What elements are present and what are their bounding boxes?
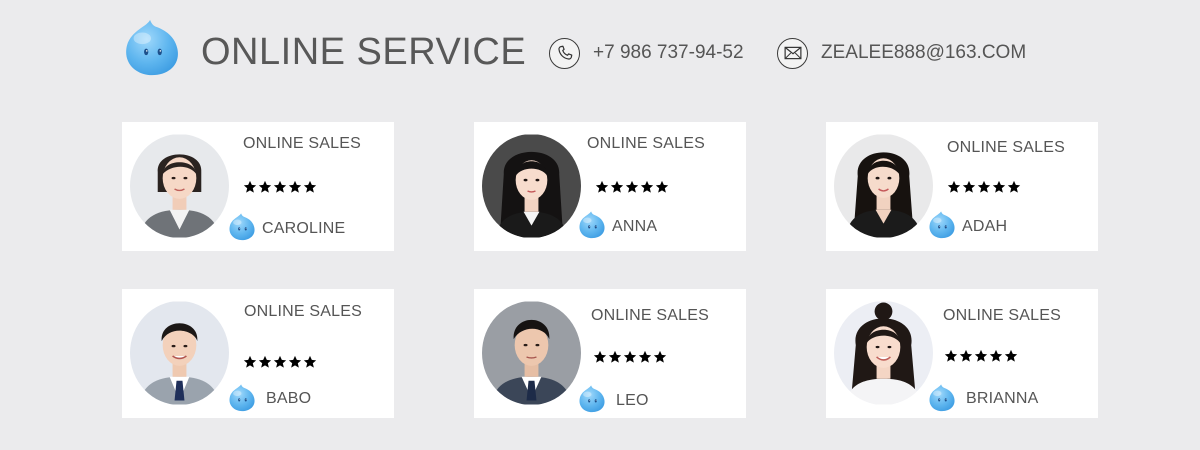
star-icon [288, 355, 302, 369]
star-icon [258, 180, 272, 194]
star-icon [288, 180, 302, 194]
header: ONLINE SERVICE +7 986 737-94-52 ZEALEE88… [0, 0, 1200, 110]
qq-chat-icon[interactable] [227, 212, 257, 242]
star-icon [608, 350, 622, 364]
star-icon [974, 349, 988, 363]
star-icon [625, 180, 639, 194]
phone-icon [549, 37, 580, 69]
agent-card[interactable]: ONLINE SALES ADAH [826, 122, 1098, 251]
star-rating [944, 349, 1018, 363]
qq-chat-icon[interactable] [927, 383, 957, 413]
star-icon [303, 180, 317, 194]
agent-role: ONLINE SALES [244, 303, 363, 320]
qq-penguin-icon[interactable] [121, 17, 183, 79]
star-rating [593, 350, 667, 364]
star-icon [273, 180, 287, 194]
star-icon [653, 350, 667, 364]
agent-card[interactable]: ONLINE SALES BABO [122, 289, 394, 418]
star-icon [243, 180, 257, 194]
agent-card[interactable]: ONLINE SALES ANNA [474, 122, 746, 251]
agent-avatar [130, 134, 229, 238]
page-title: ONLINE SERVICE [201, 31, 527, 73]
envelope-icon [777, 37, 808, 69]
star-icon [258, 355, 272, 369]
star-icon [638, 350, 652, 364]
agent-avatar [834, 301, 933, 405]
star-icon [944, 349, 958, 363]
agent-name[interactable]: BABO [266, 390, 311, 408]
star-rating [595, 180, 669, 194]
star-icon [595, 180, 609, 194]
agent-avatar [482, 134, 581, 238]
qq-chat-icon[interactable] [227, 383, 257, 413]
star-icon [640, 180, 654, 194]
qq-chat-icon[interactable] [577, 384, 607, 414]
agent-name[interactable]: ANNA [612, 218, 657, 236]
agent-avatar [834, 134, 933, 238]
agent-card[interactable]: ONLINE SALES BRIANNA [826, 289, 1098, 418]
star-icon [977, 180, 991, 194]
star-icon [243, 355, 257, 369]
star-icon [593, 350, 607, 364]
agent-card[interactable]: ONLINE SALES CAROLINE [122, 122, 394, 251]
agent-card[interactable]: ONLINE SALES LEO [474, 289, 746, 418]
agent-role: ONLINE SALES [943, 307, 1062, 324]
star-icon [989, 349, 1003, 363]
star-icon [610, 180, 624, 194]
star-icon [962, 180, 976, 194]
star-icon [992, 180, 1006, 194]
phone-number: +7 986 737-94-52 [593, 42, 744, 63]
agent-name[interactable]: ADAH [962, 218, 1007, 236]
qq-chat-icon[interactable] [577, 210, 607, 240]
email-address: ZEALEE888@163.COM [821, 42, 1027, 63]
star-icon [273, 355, 287, 369]
agent-role: ONLINE SALES [591, 307, 710, 324]
phone-contact[interactable]: +7 986 737-94-52 [549, 36, 744, 70]
agent-avatar [130, 301, 229, 405]
star-icon [655, 180, 669, 194]
star-rating [243, 180, 317, 194]
agent-role: ONLINE SALES [243, 135, 362, 152]
qq-chat-icon[interactable] [927, 210, 957, 240]
agent-avatar [482, 301, 581, 405]
agent-name[interactable]: LEO [616, 392, 649, 410]
agent-role: ONLINE SALES [947, 139, 1066, 156]
star-icon [303, 355, 317, 369]
star-icon [959, 349, 973, 363]
star-icon [623, 350, 637, 364]
email-contact[interactable]: ZEALEE888@163.COM [777, 36, 1026, 70]
star-icon [947, 180, 961, 194]
star-icon [1004, 349, 1018, 363]
star-rating [243, 355, 317, 369]
star-rating [947, 180, 1021, 194]
agent-name[interactable]: BRIANNA [966, 390, 1039, 408]
star-icon [1007, 180, 1021, 194]
agent-name[interactable]: CAROLINE [262, 220, 345, 238]
agent-role: ONLINE SALES [587, 135, 706, 152]
